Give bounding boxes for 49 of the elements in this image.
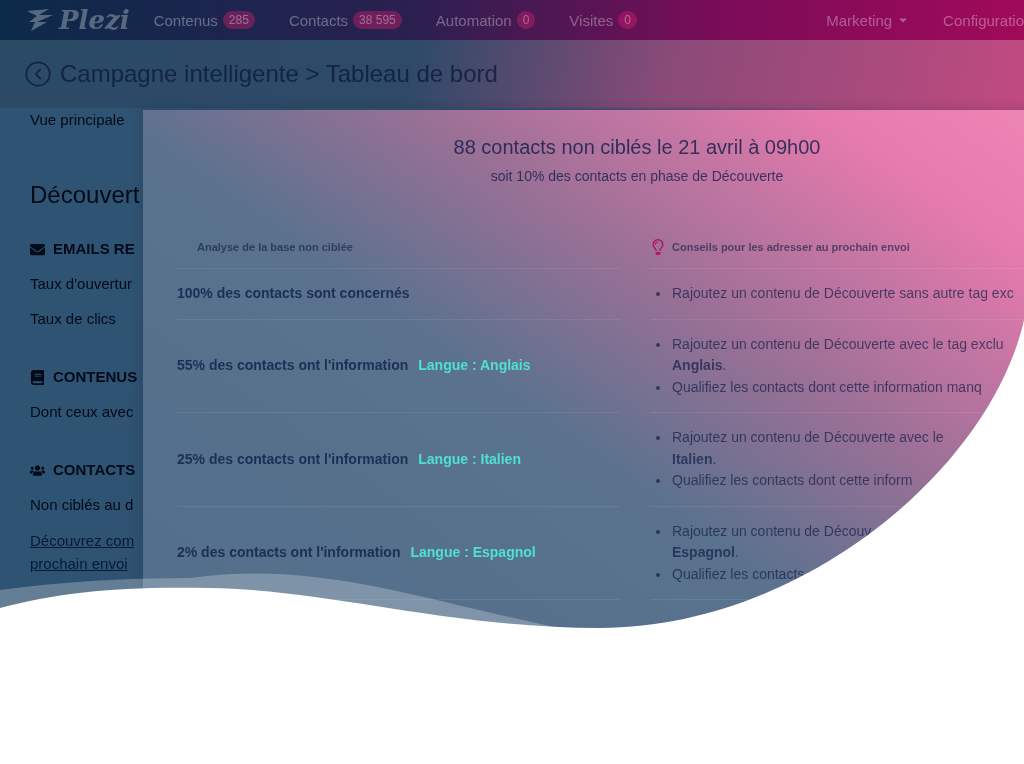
nav-item[interactable]: Contacts 38 595 [288,11,402,29]
lightbulb-icon [650,239,666,255]
bullet-icon [656,572,660,577]
advice-text: Rajoutez un contenu de Découv Espagnol. [672,522,872,560]
nav-item[interactable]: Configuratio [943,11,1024,29]
metric-label: Taux d'ouvertur [30,274,134,294]
count-badge: 0 [618,11,637,29]
users-icon [30,462,45,478]
panel-subtitle: soit 10% des contacts en phase de Découverte [489,167,785,186]
bullet-icon [656,479,660,483]
metric-label: Dont ceux avec [30,402,135,422]
bullet-icon [656,385,660,390]
envelope-icon [30,241,45,257]
panel-title: 88 contacts non ciblés le 21 avril à 09h00 [452,135,822,160]
bullet-icon [656,529,660,534]
nav-item[interactable]: Visites 0 [569,11,637,29]
bullet-icon [656,342,660,347]
column-header: Conseils pour les adresser au prochain envoi [672,240,910,255]
count-badge: 0 [516,11,536,29]
advice-text: Rajoutez un contenu de Découverte avec le tag exclu Anglais. [672,335,1004,373]
metric-label: Taux de clics [30,309,117,329]
advice-text: Qualifiez les contacts dont cette information manq [672,378,982,395]
analysis-text: 25% des contacts ont l'information [177,449,409,469]
section-title: EMAILS RE [53,239,135,259]
back-icon[interactable] [24,60,52,88]
nav-item[interactable]: Contenus 285 [153,11,255,29]
advice-text: Rajoutez un contenu de Découverte avec le Italien. [672,429,944,467]
section-title: CONTENUS [53,367,138,387]
bullet-icon [656,292,660,296]
advice-text: Qualifiez les contacts dont cette inform [672,472,913,488]
sidebar-tab[interactable]: Vue principale [30,110,143,130]
analysis-text: 100% des contacts sont concernés [177,284,410,304]
tag-label: Langue : Anglais [418,356,531,376]
tag-label: Langue : Espagnol [410,543,536,563]
nav-item[interactable]: Automation 0 [435,11,536,29]
book-icon [30,369,45,385]
count-badge: 38 595 [353,11,402,29]
metric-label: Non ciblés au d [30,495,135,515]
advice-text: Rajoutez un contenu de Découverte sans autre tag exc [672,285,1014,301]
nav-dropdown[interactable]: Marketing [826,11,910,29]
link[interactable]: Découvrez com prochain envoi [30,529,143,575]
analysis-text: 55% des contacts ont l'information [177,356,409,376]
tag-label: Langue : Italien [418,449,521,469]
count-badge: 285 [222,11,255,29]
section-title: CONTACTS [53,460,136,480]
logo[interactable]: Plezi [59,5,130,35]
analysis-text: 2% des contacts ont l'information [177,543,401,563]
bullet-icon [656,436,660,440]
section-heading: Découvert [30,180,141,210]
